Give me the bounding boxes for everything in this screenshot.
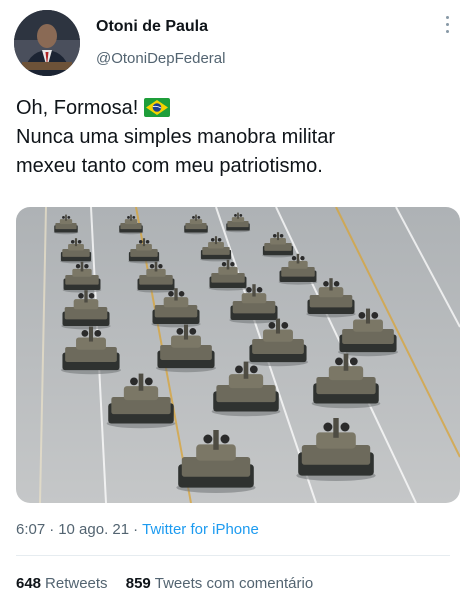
avatar-image — [14, 10, 80, 76]
retweets-stat[interactable]: 648 Retweets — [16, 575, 108, 592]
retweets-label: Retweets — [45, 575, 108, 592]
more-vertical-icon[interactable] — [444, 16, 450, 36]
tweet-media[interactable] — [16, 207, 460, 503]
user-name[interactable]: Otoni de Paula — [96, 18, 208, 36]
source-app-link[interactable]: Twitter for iPhone — [142, 521, 259, 538]
meta-separator: · — [133, 521, 139, 538]
tweet-text: Oh, Formosa! Nunca uma simples manobra m… — [16, 94, 456, 181]
user-handle[interactable]: @OtoniDepFederal — [96, 50, 225, 67]
quote-tweets-label: Tweets com comentário — [154, 575, 314, 592]
quote-tweets-count: 859 — [125, 575, 151, 592]
tweet-meta: 6:07 · 10 ago. 21 · Twitter for iPhone — [16, 521, 259, 538]
avatar[interactable] — [14, 10, 80, 76]
tweet-stats: 648 Retweets 859 Tweets com comentário — [16, 575, 327, 592]
retweets-count: 648 — [16, 575, 42, 592]
brazil-flag-icon — [144, 98, 171, 117]
tweet-date[interactable]: 10 ago. 21 — [58, 521, 129, 538]
tweet-time[interactable]: 6:07 — [16, 521, 45, 538]
military-parade-image — [16, 207, 460, 503]
quote-tweets-stat[interactable]: 859 Tweets com comentário — [126, 575, 313, 592]
tweet-line-2: Nunca uma simples manobra militar mexeu … — [16, 126, 336, 177]
tweet-line-1: Oh, Formosa! — [16, 97, 139, 119]
divider — [16, 555, 450, 556]
meta-separator: · — [49, 521, 55, 538]
